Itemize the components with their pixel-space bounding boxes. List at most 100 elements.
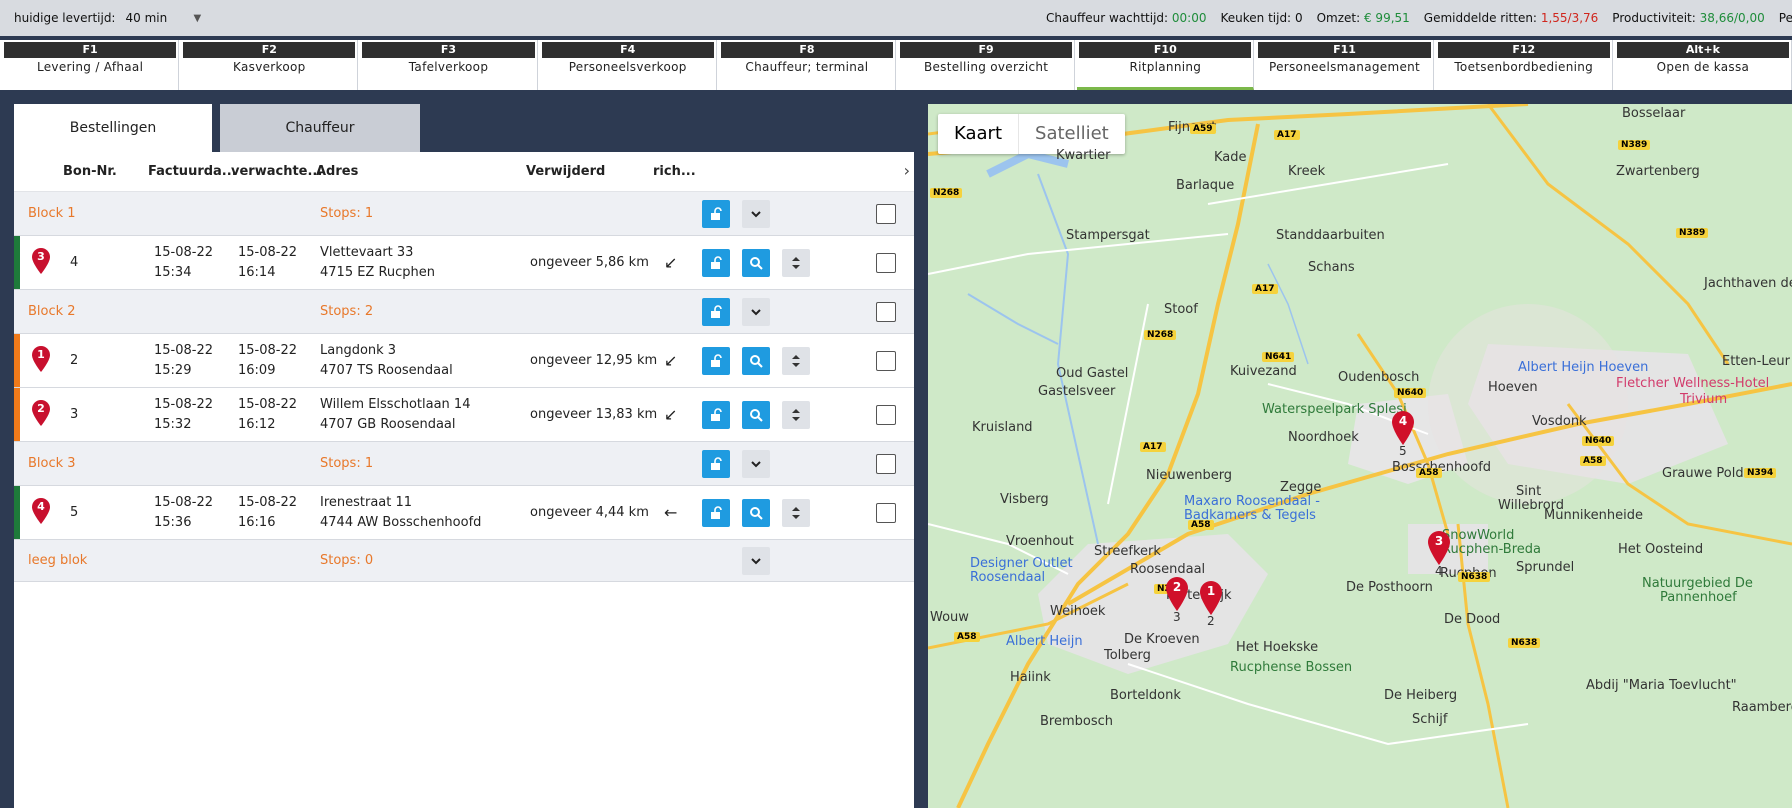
map-marker-icon[interactable]: 1: [1198, 580, 1224, 616]
chevron-right-icon[interactable]: ›: [904, 161, 910, 180]
map-place-label: Oud Gastel: [1056, 366, 1129, 381]
order-checkbox[interactable]: [876, 502, 896, 523]
chevron-down-icon[interactable]: ▼: [193, 13, 201, 24]
map[interactable]: Kaart Satelliet FijnaartBosselaarKwartie…: [928, 104, 1792, 808]
map-marker-icon[interactable]: 2: [1164, 576, 1190, 612]
col-verwacht[interactable]: verwachte...: [231, 164, 322, 179]
address-street: Irenestraat 11: [320, 494, 413, 510]
search-icon[interactable]: [742, 346, 770, 375]
stat-value: € 99,51: [1363, 11, 1410, 25]
map-place-label: De Heiberg: [1384, 688, 1458, 703]
map-pin-icon: 3: [30, 247, 52, 279]
order-row[interactable]: 3 4 15-08-22 15:34 15-08-22 16:14 Vlettevaart …: [14, 236, 914, 290]
factuur-time: 15:34: [154, 264, 192, 280]
direction-arrow-icon: ↙: [664, 253, 678, 272]
order-row[interactable]: 4 5 15-08-22 15:36 15-08-22 16:16 Irenestraat …: [14, 486, 914, 540]
search-icon[interactable]: [742, 498, 770, 527]
unlock-icon[interactable]: [702, 400, 730, 429]
chevron-down-icon[interactable]: [742, 297, 770, 326]
order-checkbox[interactable]: [876, 404, 896, 425]
tab-chauffeur[interactable]: Chauffeur: [220, 104, 420, 152]
map-place-label: Nieuwenberg: [1146, 468, 1233, 483]
block-name: Block 1: [28, 206, 76, 221]
unlock-icon[interactable]: [702, 297, 730, 326]
col-factuur[interactable]: Factuurda...: [148, 164, 237, 179]
map-place-label: Jachthaven de: [1704, 276, 1792, 291]
road-shield: N641: [1262, 352, 1295, 362]
stat-5: Personeelskoste: [1779, 11, 1792, 25]
unlock-icon[interactable]: [702, 498, 730, 527]
block-checkbox[interactable]: [876, 301, 896, 322]
fkey-f1[interactable]: F1 Levering / Afhaal: [2, 40, 180, 90]
map-place-label: Vosdonk: [1532, 414, 1587, 429]
map-place-label: Het Oosteind: [1618, 542, 1704, 557]
factuur-date: 15-08-22: [154, 244, 214, 260]
search-icon[interactable]: [742, 400, 770, 429]
map-marker-icon[interactable]: 3: [1426, 530, 1452, 566]
fkey-shortcut: Alt+k: [1616, 42, 1790, 58]
order-search-wrap: [742, 248, 770, 277]
marker-sub-label: 3: [1173, 610, 1181, 624]
distance: ongeveer 12,95 km: [530, 353, 658, 368]
sort-handle-icon[interactable]: [782, 248, 810, 277]
map-place-label: Kwartier: [1056, 148, 1111, 163]
col-richting[interactable]: rich...: [653, 164, 696, 179]
fkey-f9[interactable]: F9 Bestelling overzicht: [898, 40, 1076, 90]
fkey-alt-k[interactable]: Alt+k Open de kassa: [1615, 40, 1792, 90]
fkey-f12[interactable]: F12 Toetsenbordbediening: [1436, 40, 1613, 90]
factuur-date: 15-08-22: [154, 342, 214, 358]
chevron-down-icon[interactable]: [742, 546, 770, 575]
map-type-kaart[interactable]: Kaart: [938, 114, 1018, 154]
sort-handle-icon[interactable]: [782, 346, 810, 375]
fkey-f8[interactable]: F8 Chauffeur; terminal: [719, 40, 897, 90]
block-checkbox[interactable]: [876, 453, 896, 474]
marker-sub-label: 4: [1435, 564, 1443, 578]
block-checkbox-wrap: [876, 203, 896, 224]
col-adres[interactable]: Adres: [316, 164, 358, 179]
sort-handle-icon[interactable]: [782, 498, 810, 527]
road-shield: A58: [1188, 520, 1214, 530]
marker-number: 4: [1398, 414, 1408, 428]
fkey-f2[interactable]: F2 Kasverkoop: [181, 40, 359, 90]
tab-bestellingen[interactable]: Bestellingen: [14, 104, 212, 152]
fkey-label: Tafelverkoop: [408, 60, 489, 74]
fkey-f11[interactable]: F11 Personeelsmanagement: [1256, 40, 1434, 90]
direction-arrow-icon: ←: [664, 503, 678, 522]
order-checkbox[interactable]: [876, 252, 896, 273]
unlock-icon[interactable]: [702, 449, 730, 478]
address: Willem Elsschotlaan 14 4707 GB Roosendaal: [320, 395, 470, 435]
unlock-icon[interactable]: [702, 346, 730, 375]
map-place-label: Haiink: [1010, 670, 1051, 685]
road-shield: N389: [1618, 140, 1651, 150]
unlock-icon[interactable]: [702, 199, 730, 228]
fkey-shortcut: F1: [4, 42, 177, 58]
col-bon[interactable]: Bon-Nr.: [63, 164, 117, 179]
map-marker-icon[interactable]: 4: [1390, 410, 1416, 446]
stat-label: Keuken tijd:: [1220, 11, 1292, 25]
map-place-label: Roosendaal: [970, 570, 1046, 585]
col-verwijderd[interactable]: Verwijderd: [526, 164, 605, 179]
levertijd-select[interactable]: 40 min: [125, 11, 191, 25]
block-stops: Stops: 1: [320, 206, 374, 221]
search-icon[interactable]: [742, 248, 770, 277]
map-place-label: Tolberg: [1104, 648, 1151, 663]
map-place-label: Trivium: [1680, 392, 1728, 407]
fkey-f4[interactable]: F4 Personeelsverkoop: [540, 40, 717, 90]
order-checkbox[interactable]: [876, 350, 896, 371]
map-place-label: Kuivezand: [1230, 364, 1297, 379]
fkey-shortcut: F4: [541, 42, 714, 58]
map-place-label: Borteldonk: [1110, 688, 1181, 703]
pin-number: 3: [37, 249, 45, 263]
chevron-down-icon[interactable]: [742, 449, 770, 478]
unlock-icon[interactable]: [702, 248, 730, 277]
order-row[interactable]: 2 3 15-08-22 15:32 15-08-22 16:12 Willem Elssc…: [14, 388, 914, 442]
chevron-down-icon[interactable]: [742, 199, 770, 228]
sort-handle-icon[interactable]: [782, 400, 810, 429]
map-place-label: Brembosch: [1040, 714, 1114, 729]
fkey-f3[interactable]: F3 Tafelverkoop: [360, 40, 538, 90]
fkey-f10[interactable]: F10 Ritplanning: [1077, 40, 1255, 90]
map-place-label: Etten-Leur: [1722, 354, 1790, 369]
stat-value: 0: [1294, 11, 1303, 25]
block-checkbox[interactable]: [876, 203, 896, 224]
order-row[interactable]: 1 2 15-08-22 15:29 15-08-22 16:09 Langdonk 3 47…: [14, 334, 914, 388]
